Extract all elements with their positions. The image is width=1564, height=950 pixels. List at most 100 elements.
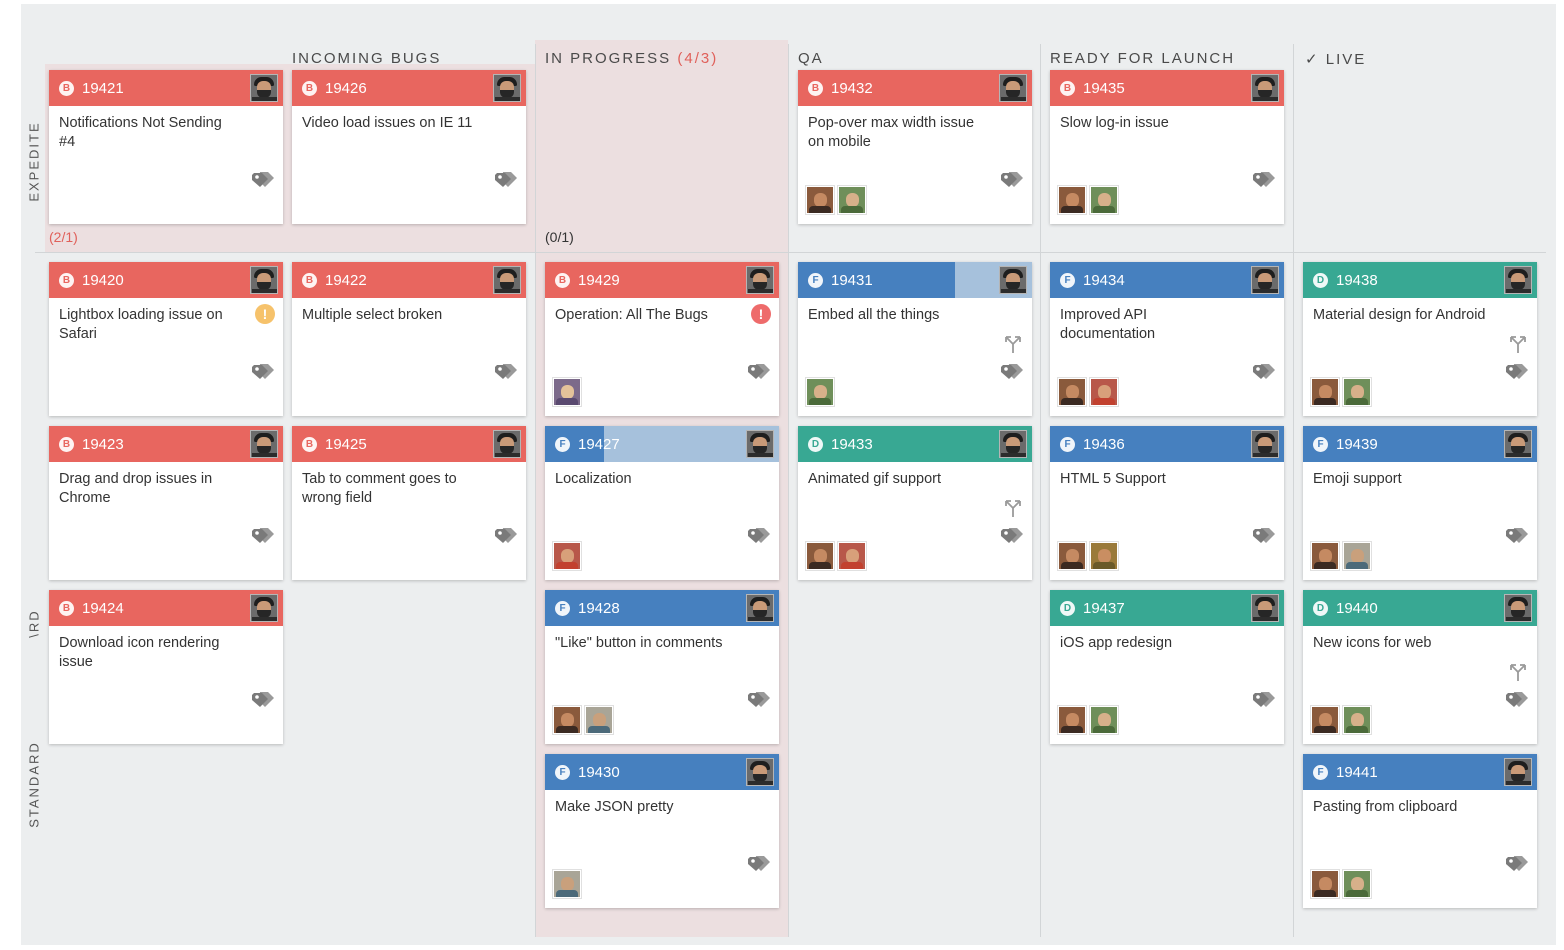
- tags-icon[interactable]: [1505, 854, 1529, 874]
- card-19430[interactable]: F 19430 Make JSON pretty: [545, 754, 779, 908]
- assignee-avatar[interactable]: [1058, 378, 1086, 406]
- card-id[interactable]: 19431: [831, 272, 873, 289]
- assignee-avatar[interactable]: [806, 542, 834, 570]
- tags-icon[interactable]: [747, 362, 771, 382]
- assignee-avatar[interactable]: [553, 706, 581, 734]
- tags-icon[interactable]: [1000, 362, 1024, 382]
- owner-avatar[interactable]: [250, 74, 278, 102]
- column-header-live[interactable]: ✓ LIVE: [1305, 50, 1366, 68]
- assignee-avatar[interactable]: [553, 870, 581, 898]
- owner-avatar[interactable]: [250, 266, 278, 294]
- card-19423[interactable]: B 19423 Drag and drop issues in Chrome: [49, 426, 283, 580]
- card-id[interactable]: 19435: [1083, 80, 1125, 97]
- owner-avatar[interactable]: [746, 594, 774, 622]
- card-id[interactable]: 19421: [82, 80, 124, 97]
- assignee-avatar[interactable]: [1090, 378, 1118, 406]
- owner-avatar[interactable]: [493, 266, 521, 294]
- assignee-avatar[interactable]: [1311, 542, 1339, 570]
- card-id[interactable]: 19432: [831, 80, 873, 97]
- tags-icon[interactable]: [1252, 526, 1276, 546]
- tags-icon[interactable]: [747, 690, 771, 710]
- card-id[interactable]: 19424: [82, 600, 124, 617]
- assignee-avatar[interactable]: [553, 542, 581, 570]
- owner-avatar[interactable]: [1251, 594, 1279, 622]
- tags-icon[interactable]: [251, 526, 275, 546]
- card-id[interactable]: 19428: [578, 600, 620, 617]
- owner-avatar[interactable]: [250, 430, 278, 458]
- assignee-avatar[interactable]: [1058, 706, 1086, 734]
- owner-avatar[interactable]: [1504, 758, 1532, 786]
- owner-avatar[interactable]: [493, 430, 521, 458]
- assignee-avatar[interactable]: [1343, 542, 1371, 570]
- card-19429[interactable]: B 19429 Operation: All The Bugs!: [545, 262, 779, 416]
- tags-icon[interactable]: [251, 170, 275, 190]
- tags-icon[interactable]: [1505, 690, 1529, 710]
- owner-avatar[interactable]: [746, 758, 774, 786]
- assignee-avatar[interactable]: [1058, 542, 1086, 570]
- owner-avatar[interactable]: [1251, 74, 1279, 102]
- assignee-avatar[interactable]: [1311, 706, 1339, 734]
- tags-icon[interactable]: [1505, 362, 1529, 382]
- assignee-avatar[interactable]: [1090, 542, 1118, 570]
- tags-icon[interactable]: [1252, 362, 1276, 382]
- assignee-avatar[interactable]: [1343, 870, 1371, 898]
- card-19431[interactable]: F 19431 Embed all the things: [798, 262, 1032, 416]
- tags-icon[interactable]: [1252, 690, 1276, 710]
- assignee-avatar[interactable]: [1311, 870, 1339, 898]
- owner-avatar[interactable]: [1504, 430, 1532, 458]
- tags-icon[interactable]: [494, 362, 518, 382]
- tags-icon[interactable]: [251, 690, 275, 710]
- card-id[interactable]: 19438: [1336, 272, 1378, 289]
- assignee-avatar[interactable]: [1058, 186, 1086, 214]
- split-arrows-icon[interactable]: [1003, 498, 1023, 518]
- card-19427[interactable]: F 19427 Localization: [545, 426, 779, 580]
- tags-icon[interactable]: [251, 362, 275, 382]
- card-19428[interactable]: F 19428 "Like" button in comments: [545, 590, 779, 744]
- owner-avatar[interactable]: [1504, 594, 1532, 622]
- card-id[interactable]: 19437: [1083, 600, 1125, 617]
- owner-avatar[interactable]: [746, 430, 774, 458]
- card-19437[interactable]: D 19437 iOS app redesign: [1050, 590, 1284, 744]
- owner-avatar[interactable]: [999, 74, 1027, 102]
- card-id[interactable]: 19436: [1083, 436, 1125, 453]
- column-header-in-progress[interactable]: IN PROGRESS (4/3): [545, 50, 718, 67]
- card-19441[interactable]: F 19441 Pasting from clipboard: [1303, 754, 1537, 908]
- tags-icon[interactable]: [1000, 526, 1024, 546]
- card-19425[interactable]: B 19425 Tab to comment goes to wrong field: [292, 426, 526, 580]
- card-id[interactable]: 19426: [325, 80, 367, 97]
- card-19420[interactable]: B 19420 Lightbox loading issue on Safari!: [49, 262, 283, 416]
- card-19439[interactable]: F 19439 Emoji support: [1303, 426, 1537, 580]
- owner-avatar[interactable]: [250, 594, 278, 622]
- card-id[interactable]: 19423: [82, 436, 124, 453]
- owner-avatar[interactable]: [1504, 266, 1532, 294]
- card-19436[interactable]: F 19436 HTML 5 Support: [1050, 426, 1284, 580]
- tags-icon[interactable]: [1252, 170, 1276, 190]
- split-arrows-icon[interactable]: [1003, 334, 1023, 354]
- card-19434[interactable]: F 19434 Improved API documentation: [1050, 262, 1284, 416]
- owner-avatar[interactable]: [1251, 430, 1279, 458]
- owner-avatar[interactable]: [1251, 266, 1279, 294]
- owner-avatar[interactable]: [493, 74, 521, 102]
- assignee-avatar[interactable]: [838, 542, 866, 570]
- card-19440[interactable]: D 19440 New icons for web: [1303, 590, 1537, 744]
- assignee-avatar[interactable]: [1090, 706, 1118, 734]
- column-header-incoming-bugs[interactable]: INCOMING BUGS: [292, 50, 441, 67]
- card-id[interactable]: 19429: [578, 272, 620, 289]
- card-id[interactable]: 19440: [1336, 600, 1378, 617]
- card-id[interactable]: 19422: [325, 272, 367, 289]
- assignee-avatar[interactable]: [806, 186, 834, 214]
- tags-icon[interactable]: [494, 526, 518, 546]
- card-id[interactable]: 19425: [325, 436, 367, 453]
- assignee-avatar[interactable]: [585, 706, 613, 734]
- owner-avatar[interactable]: [999, 430, 1027, 458]
- assignee-avatar[interactable]: [553, 378, 581, 406]
- assignee-avatar[interactable]: [1311, 378, 1339, 406]
- owner-avatar[interactable]: [999, 266, 1027, 294]
- card-19422[interactable]: B 19422 Multiple select broken: [292, 262, 526, 416]
- card-id[interactable]: 19420: [82, 272, 124, 289]
- card-id[interactable]: 19434: [1083, 272, 1125, 289]
- assignee-avatar[interactable]: [1343, 378, 1371, 406]
- assignee-avatar[interactable]: [838, 186, 866, 214]
- card-19426[interactable]: B 19426 Video load issues on IE 11: [292, 70, 526, 224]
- tags-icon[interactable]: [1000, 170, 1024, 190]
